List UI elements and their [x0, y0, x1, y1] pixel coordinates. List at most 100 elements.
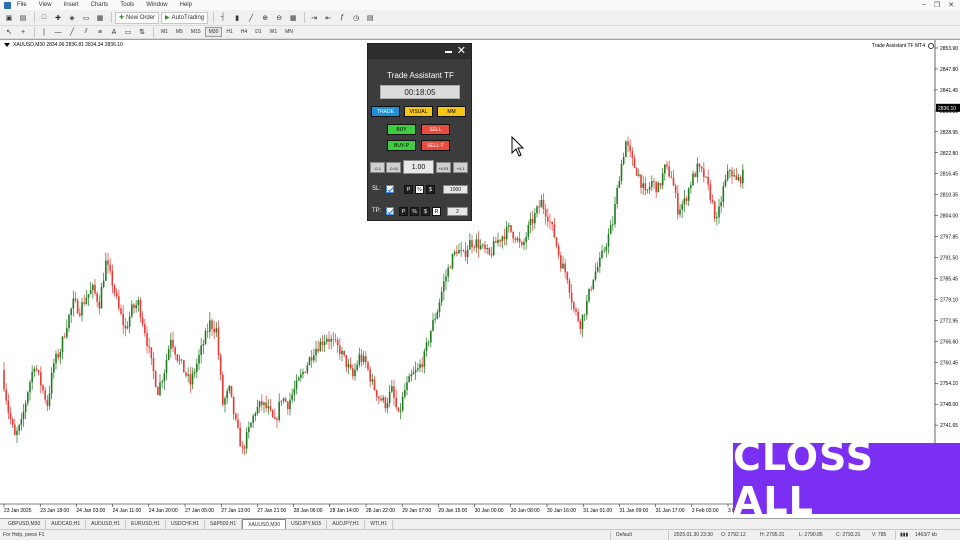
- lot-minus-small-button[interactable]: -0.01: [386, 162, 401, 173]
- timeframe-h1[interactable]: H1: [222, 27, 236, 37]
- chart-tab[interactable]: AUDJPY,H1: [327, 520, 366, 529]
- timeframe-m5[interactable]: M5: [172, 27, 187, 37]
- timeframe-mn[interactable]: MN: [281, 27, 297, 37]
- chart-tab[interactable]: AUDUSD,H1: [86, 520, 127, 529]
- minimize-icon[interactable]: –: [922, 1, 926, 9]
- candle-body: [5, 389, 7, 401]
- tp-mode-percent[interactable]: %: [410, 207, 419, 216]
- timeframe-m15[interactable]: M15: [187, 27, 205, 37]
- new-order-button[interactable]: ✚ New Order: [115, 11, 160, 24]
- trendline-icon[interactable]: ╱: [66, 26, 78, 38]
- tab-trade[interactable]: TRADE: [371, 106, 400, 117]
- tp-mode-points[interactable]: P: [399, 207, 408, 216]
- crosshair-icon[interactable]: +: [17, 26, 29, 38]
- expert-advisor-label[interactable]: Trade Assistant TF MT4: [872, 43, 934, 49]
- timeframe-d1[interactable]: D1: [251, 27, 265, 37]
- candle-body: [200, 345, 202, 355]
- chart-tab[interactable]: AUDCAD,H1: [46, 520, 87, 529]
- chart-tab[interactable]: GBPUSD,M30: [3, 520, 47, 529]
- candle-body: [384, 397, 387, 409]
- timeframe-h4[interactable]: H4: [237, 27, 251, 37]
- menu-charts[interactable]: Charts: [91, 2, 109, 8]
- horizontal-line-icon[interactable]: —: [52, 26, 64, 38]
- menu-tools[interactable]: Tools: [120, 2, 134, 8]
- market-watch-icon[interactable]: □: [38, 12, 50, 24]
- terminal-icon[interactable]: ▭: [80, 12, 92, 24]
- sell-pending-button[interactable]: SELL-P: [421, 140, 450, 151]
- tester-icon[interactable]: ▦: [94, 12, 106, 24]
- lot-minus-big-button[interactable]: -0.1: [370, 162, 385, 173]
- minimize-icon[interactable]: [445, 51, 452, 53]
- tile-windows-icon[interactable]: ▦: [287, 12, 299, 24]
- stop-loss-checkbox[interactable]: [386, 185, 394, 193]
- candle-body: [57, 353, 59, 358]
- sl-mode-points[interactable]: P: [404, 185, 413, 194]
- price-axis: 2853.902847.802841.452835.302828.952822.…: [935, 46, 960, 492]
- buy-button[interactable]: BUY: [387, 124, 416, 135]
- close-all-banner[interactable]: CLOSS ALL: [733, 435, 960, 523]
- take-profit-input[interactable]: 2: [447, 207, 468, 216]
- profiles-icon[interactable]: ▤: [17, 12, 29, 24]
- candle-body: [139, 300, 142, 318]
- chart-tab[interactable]: USDCHF,H1: [166, 520, 206, 529]
- candle-body: [345, 355, 348, 368]
- menu-insert[interactable]: Insert: [64, 2, 79, 8]
- sell-button[interactable]: SELL: [421, 124, 450, 135]
- tp-mode-dollar[interactable]: $: [421, 207, 430, 216]
- autotrading-button[interactable]: ▶ AutoTrading: [161, 11, 209, 24]
- label-icon[interactable]: ▭: [122, 26, 134, 38]
- tab-mm[interactable]: MM: [437, 106, 466, 117]
- timeframe-m1[interactable]: M1: [157, 27, 172, 37]
- timeframe-m30[interactable]: M30: [204, 27, 223, 37]
- vertical-line-icon[interactable]: |: [38, 26, 50, 38]
- stop-loss-input[interactable]: 1000: [443, 185, 468, 194]
- navigator-icon[interactable]: ◈: [66, 12, 78, 24]
- restore-icon[interactable]: ❐: [934, 1, 940, 9]
- take-profit-checkbox[interactable]: [386, 207, 394, 215]
- zoom-in-icon[interactable]: ⊕: [259, 12, 271, 24]
- cursor-icon[interactable]: ↖: [3, 26, 15, 38]
- new-chart-icon[interactable]: ▣: [3, 12, 15, 24]
- templates-icon[interactable]: ▤: [364, 12, 376, 24]
- sl-mode-dollar[interactable]: $: [426, 185, 435, 194]
- zoom-out-icon[interactable]: ⊖: [273, 12, 285, 24]
- sl-mode-percent[interactable]: %: [415, 185, 424, 194]
- line-chart-icon[interactable]: ╱: [245, 12, 257, 24]
- lot-size-input[interactable]: 1.00: [403, 160, 434, 174]
- separator: [304, 12, 306, 23]
- arrows-icon[interactable]: ⇅: [136, 26, 148, 38]
- chart-tab[interactable]: EURUSD,H1: [126, 520, 166, 529]
- lot-plus-big-button[interactable]: +0.1: [453, 162, 468, 173]
- timeframe-w1[interactable]: W1: [266, 27, 282, 37]
- candle-body: [300, 374, 302, 378]
- chart-tab-active[interactable]: XAUUSD,M30: [242, 519, 287, 529]
- panel-header[interactable]: ✕: [368, 44, 471, 59]
- menu-view[interactable]: View: [39, 2, 52, 8]
- chart-shift-icon[interactable]: ⇤: [322, 12, 334, 24]
- channel-icon[interactable]: ⫽: [80, 26, 92, 38]
- chart-tab[interactable]: S&P500,H1: [205, 520, 243, 529]
- trade-assistant-panel[interactable]: ✕ Trade Assistant TF 00:18:05 TRADE VISU…: [367, 43, 472, 221]
- candle-body: [620, 163, 623, 182]
- menu-help[interactable]: Help: [180, 2, 192, 8]
- candlestick-icon[interactable]: ▮: [231, 12, 243, 24]
- indicators-icon[interactable]: ƒ: [336, 12, 348, 24]
- tab-visual[interactable]: VISUAL: [404, 106, 433, 117]
- text-icon[interactable]: A: [108, 26, 120, 38]
- bar-chart-icon[interactable]: ┤: [217, 12, 229, 24]
- chart-tab[interactable]: WTI,H1: [365, 520, 394, 529]
- candle-body: [542, 199, 545, 210]
- data-window-icon[interactable]: ✚: [52, 12, 64, 24]
- close-icon[interactable]: ✕: [948, 1, 954, 9]
- fibonacci-icon[interactable]: ≡: [94, 26, 106, 38]
- auto-scroll-icon[interactable]: ⇥: [308, 12, 320, 24]
- close-icon[interactable]: ✕: [457, 45, 466, 57]
- lot-plus-small-button[interactable]: +0.01: [436, 162, 451, 173]
- tp-mode-ratio[interactable]: R: [432, 207, 441, 216]
- periods-icon[interactable]: ◷: [350, 12, 362, 24]
- buy-pending-button[interactable]: BUY-P: [387, 140, 416, 151]
- chart-tab[interactable]: USDJPY,M15: [286, 520, 328, 529]
- menu-window[interactable]: Window: [146, 2, 167, 8]
- menu-file[interactable]: File: [17, 2, 27, 8]
- candle-body: [72, 298, 75, 309]
